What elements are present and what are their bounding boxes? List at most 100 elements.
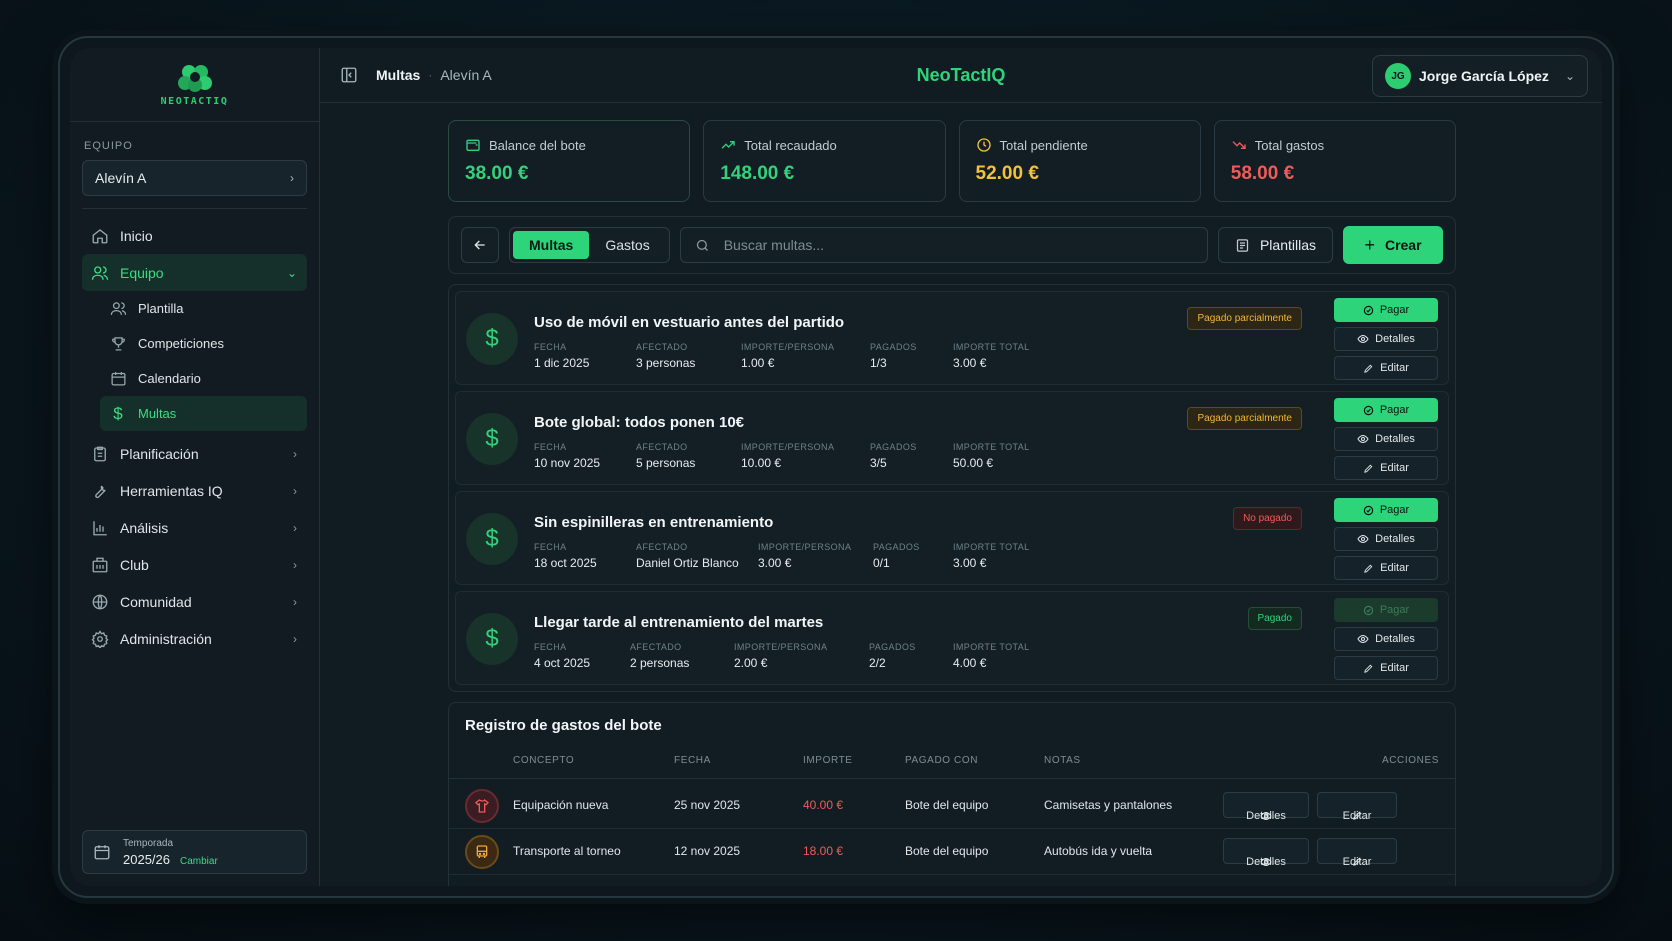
fine-card: $ Llegar tarde al entrenamiento del mart…: [455, 591, 1449, 685]
column-header: CONCEPTO: [513, 755, 575, 766]
pay-label: Pagar: [1379, 304, 1410, 316]
search-input[interactable]: Buscar multas...: [679, 227, 1208, 263]
fine-field-label: IMPORTE TOTAL: [953, 642, 1030, 652]
edit-button[interactable]: Editar: [1334, 456, 1438, 480]
sidebar-item-planificacion[interactable]: Planificación ›: [82, 435, 307, 472]
user-menu-button[interactable]: JG Jorge García López ⌄: [1372, 55, 1588, 97]
details-label: Detalles: [1375, 333, 1415, 345]
details-button[interactable]: Detalles: [1334, 427, 1438, 451]
sidebar-item-comunidad[interactable]: Comunidad ›: [82, 583, 307, 620]
fine-field-label: PAGADOS: [869, 642, 916, 652]
dollar-icon: $: [113, 403, 123, 423]
sidebar-item-multas[interactable]: $ Multas: [100, 396, 307, 431]
fine-field-value: 3.00 €: [953, 556, 987, 570]
search-icon: [695, 238, 710, 253]
check-circle-icon: [1363, 605, 1374, 616]
fine-field-label: IMPORTE/PERSONA: [734, 642, 828, 652]
column-header: NOTAS: [1044, 755, 1081, 766]
sidebar-item-plantilla[interactable]: Plantilla: [100, 291, 307, 326]
fine-field-label: IMPORTE TOTAL: [953, 342, 1030, 352]
tab-multas[interactable]: Multas: [513, 231, 590, 259]
sidebar-divider: [82, 208, 307, 209]
status-badge: Pagado parcialmente: [1187, 407, 1302, 430]
team-select[interactable]: Alevín A ›: [82, 160, 307, 196]
details-button[interactable]: Detalles: [1334, 627, 1438, 651]
details-button[interactable]: Detalles: [1334, 527, 1438, 551]
fine-meta: FECHA 4 oct 2025 AFECTADO 2 personas IMP…: [534, 642, 1034, 672]
eye-icon: [1357, 333, 1369, 345]
breadcrumb-separator: ·: [428, 68, 433, 82]
fine-field-value: 10.00 €: [741, 456, 782, 470]
stat-recaudado: Total recaudado 148.00 €: [703, 120, 946, 202]
fine-field: PAGADOS 1/3: [870, 342, 917, 370]
fine-field-value: 3.00 €: [758, 556, 792, 570]
sidebar-item-label: Inicio: [120, 227, 153, 244]
edit-button[interactable]: Editar: [1334, 356, 1438, 380]
fine-field-label: FECHA: [534, 542, 567, 552]
expense-concept: Transporte al torneo: [513, 844, 621, 858]
dollar-icon: $: [466, 513, 518, 565]
sidebar-item-analisis[interactable]: Análisis ›: [82, 509, 307, 546]
season-selector[interactable]: Temporada 2025/26 Cambiar: [82, 830, 307, 874]
pay-button[interactable]: Pagar: [1334, 298, 1438, 322]
fine-field: IMPORTE/PERSONA 1.00 €: [741, 342, 834, 370]
toolbar: Multas Gastos Buscar multas... Plantilla…: [448, 216, 1456, 274]
dollar-icon: $: [466, 413, 518, 465]
stat-label: Balance del bote: [489, 137, 586, 153]
fine-title: Llegar tarde al entrenamiento del martes: [534, 614, 824, 631]
expense-date: 12 nov 2025: [674, 844, 741, 858]
sidebar-item-label: Planificación: [120, 445, 199, 462]
details-button[interactable]: Detalles: [1223, 838, 1309, 868]
stats-row: Balance del bote 38.00 € Total recaudado…: [448, 120, 1456, 202]
fine-field-value: 4.00 €: [953, 656, 987, 670]
breadcrumb-team[interactable]: Alevín A: [440, 67, 491, 83]
edit-button[interactable]: Editar: [1334, 556, 1438, 580]
sidebar-item-calendario[interactable]: Calendario: [100, 361, 307, 396]
eye-icon: [1357, 433, 1369, 445]
templates-label: Plantillas: [1259, 237, 1316, 253]
sidebar-item-equipo[interactable]: Equipo ⌄: [82, 254, 307, 291]
sidebar-toggle-icon[interactable]: [340, 66, 358, 84]
tab-gastos[interactable]: Gastos: [589, 231, 665, 259]
shirt-icon: [465, 789, 499, 823]
sidebar-item-administracion[interactable]: Administración ›: [82, 620, 307, 657]
details-label: Detalles: [1375, 533, 1415, 545]
fine-field-label: IMPORTE/PERSONA: [741, 442, 835, 452]
sidebar-item-competiciones[interactable]: Competiciones: [100, 326, 307, 361]
sidebar-item-club[interactable]: Club ›: [82, 546, 307, 583]
eye-icon: [1357, 633, 1369, 645]
trending-up-icon: [720, 137, 736, 153]
create-button[interactable]: + Crear: [1343, 226, 1443, 264]
details-button[interactable]: Detalles: [1334, 327, 1438, 351]
expenses-title: Registro de gastos del bote: [465, 717, 662, 734]
edit-button[interactable]: Editar: [1317, 792, 1397, 822]
stat-label: Total recaudado: [744, 137, 837, 153]
season-change-link[interactable]: Cambiar: [180, 856, 218, 867]
fine-field-value: 3 personas: [636, 356, 696, 370]
fine-field-value: 5 personas: [636, 456, 696, 470]
edit-button[interactable]: Editar: [1334, 656, 1438, 680]
stat-pendiente: Total pendiente 52.00 €: [958, 120, 1201, 202]
sidebar-item-label: Multas: [138, 406, 177, 421]
back-button[interactable]: [461, 227, 499, 263]
fine-field: FECHA 18 oct 2025: [534, 542, 597, 570]
logo[interactable]: NEOTACTIQ: [70, 48, 319, 122]
templates-button[interactable]: Plantillas: [1217, 227, 1333, 263]
fine-title: Sin espinilleras en entrenamiento: [534, 514, 774, 531]
logo-text: NEOTACTIQ: [160, 95, 229, 107]
pay-button[interactable]: Pagar: [1334, 498, 1438, 522]
sidebar-item-inicio[interactable]: Inicio: [82, 217, 307, 254]
pay-button[interactable]: Pagar: [1334, 398, 1438, 422]
edit-label: Editar: [1380, 462, 1409, 474]
details-label: Detalles: [1375, 433, 1415, 445]
check-circle-icon: [1363, 305, 1374, 316]
fines-list: $ Uso de móvil en vestuario antes del pa…: [448, 284, 1456, 692]
dollar-icon: $: [466, 313, 518, 365]
sidebar: NEOTACTIQ EQUIPO Alevín A › Inicio Equip…: [70, 48, 320, 886]
details-button[interactable]: Detalles: [1223, 792, 1309, 822]
edit-button[interactable]: Editar: [1317, 838, 1397, 868]
column-header: PAGADO CON: [905, 755, 979, 766]
sidebar-item-herramientas[interactable]: Herramientas IQ ›: [82, 472, 307, 509]
stat-gastos: Total gastos 58.00 €: [1213, 120, 1456, 202]
fine-field-label: FECHA: [534, 342, 567, 352]
